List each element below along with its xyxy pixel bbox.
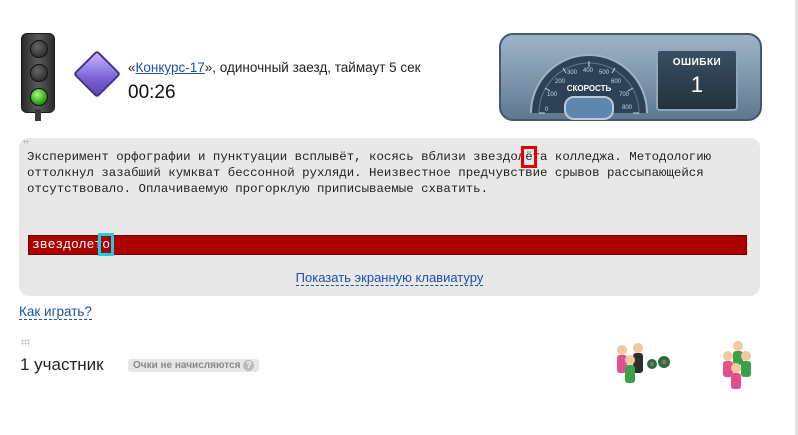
speed-label: СКОРОСТЬ <box>567 84 612 93</box>
traffic-light-pole <box>35 109 41 121</box>
race-timer: 00:26 <box>128 82 176 103</box>
scale-400: 400 <box>583 68 594 74</box>
current-char-highlight: ё <box>520 146 537 168</box>
typing-panel: Эксперимент орфографии и пунктуации вспл… <box>19 138 760 296</box>
yellow-lamp <box>30 64 48 82</box>
contest-link[interactable]: Конкурс-17 <box>136 60 205 75</box>
no-points-badge: Очки не начисляются? <box>128 359 260 372</box>
green-lamp <box>30 88 48 106</box>
drag-grip-icon-2[interactable] <box>21 339 30 346</box>
errors-count: 1 <box>690 72 704 97</box>
people-group-icon-2 <box>718 338 768 393</box>
badge-text: Очки не начисляются <box>133 360 241 371</box>
traffic-light-icon <box>21 33 55 121</box>
people-group-icon <box>612 338 670 393</box>
scale-100: 100 <box>547 92 558 98</box>
scale-700: 700 <box>619 92 630 98</box>
errors-label: ОШИБКИ <box>672 57 722 68</box>
scale-200: 200 <box>555 79 566 85</box>
participants-count: 1 участник <box>20 355 104 374</box>
race-text: Эксперимент орфографии и пунктуации вспл… <box>27 146 754 197</box>
how-to-play-link[interactable]: Как играть? <box>19 304 92 320</box>
scale-500: 500 <box>599 70 610 76</box>
scale-300: 300 <box>567 70 578 76</box>
quote-open: « <box>128 60 136 75</box>
keyboard-link-wrap: Показать экранную клавиатуру <box>19 270 760 286</box>
typed-input-text: звездолет <box>32 237 103 252</box>
help-icon[interactable]: ? <box>243 360 255 371</box>
traffic-light-body <box>21 33 55 113</box>
text-before: Эксперимент орфографии и пунктуации вспл… <box>27 150 526 164</box>
scale-600: 600 <box>611 79 622 85</box>
red-lamp <box>30 40 48 58</box>
scale-800: 800 <box>622 105 633 111</box>
typing-input[interactable]: звездолето <box>28 233 747 256</box>
errors-panel: ОШИБКИ 1 <box>656 49 738 111</box>
dashboard: 0 100 200 300 400 500 600 700 800 СКОРОС… <box>499 33 762 121</box>
race-description: », одиночный заезд, таймаут 5 сек <box>204 60 421 75</box>
race-info: «Конкурс-17», одиночный заезд, таймаут 5… <box>128 60 421 75</box>
typing-input-value: звездолето <box>32 233 114 256</box>
speedometer-gauge: 0 100 200 300 400 500 600 700 800 СКОРОС… <box>523 41 655 121</box>
speedometer-icon: 0 100 200 300 400 500 600 700 800 СКОРОС… <box>530 54 648 120</box>
car-rank-diamond-icon <box>72 49 122 99</box>
input-caret-char: о <box>98 233 114 256</box>
show-keyboard-link[interactable]: Показать экранную клавиатуру <box>295 270 484 286</box>
drag-grip-icon[interactable] <box>23 140 29 144</box>
